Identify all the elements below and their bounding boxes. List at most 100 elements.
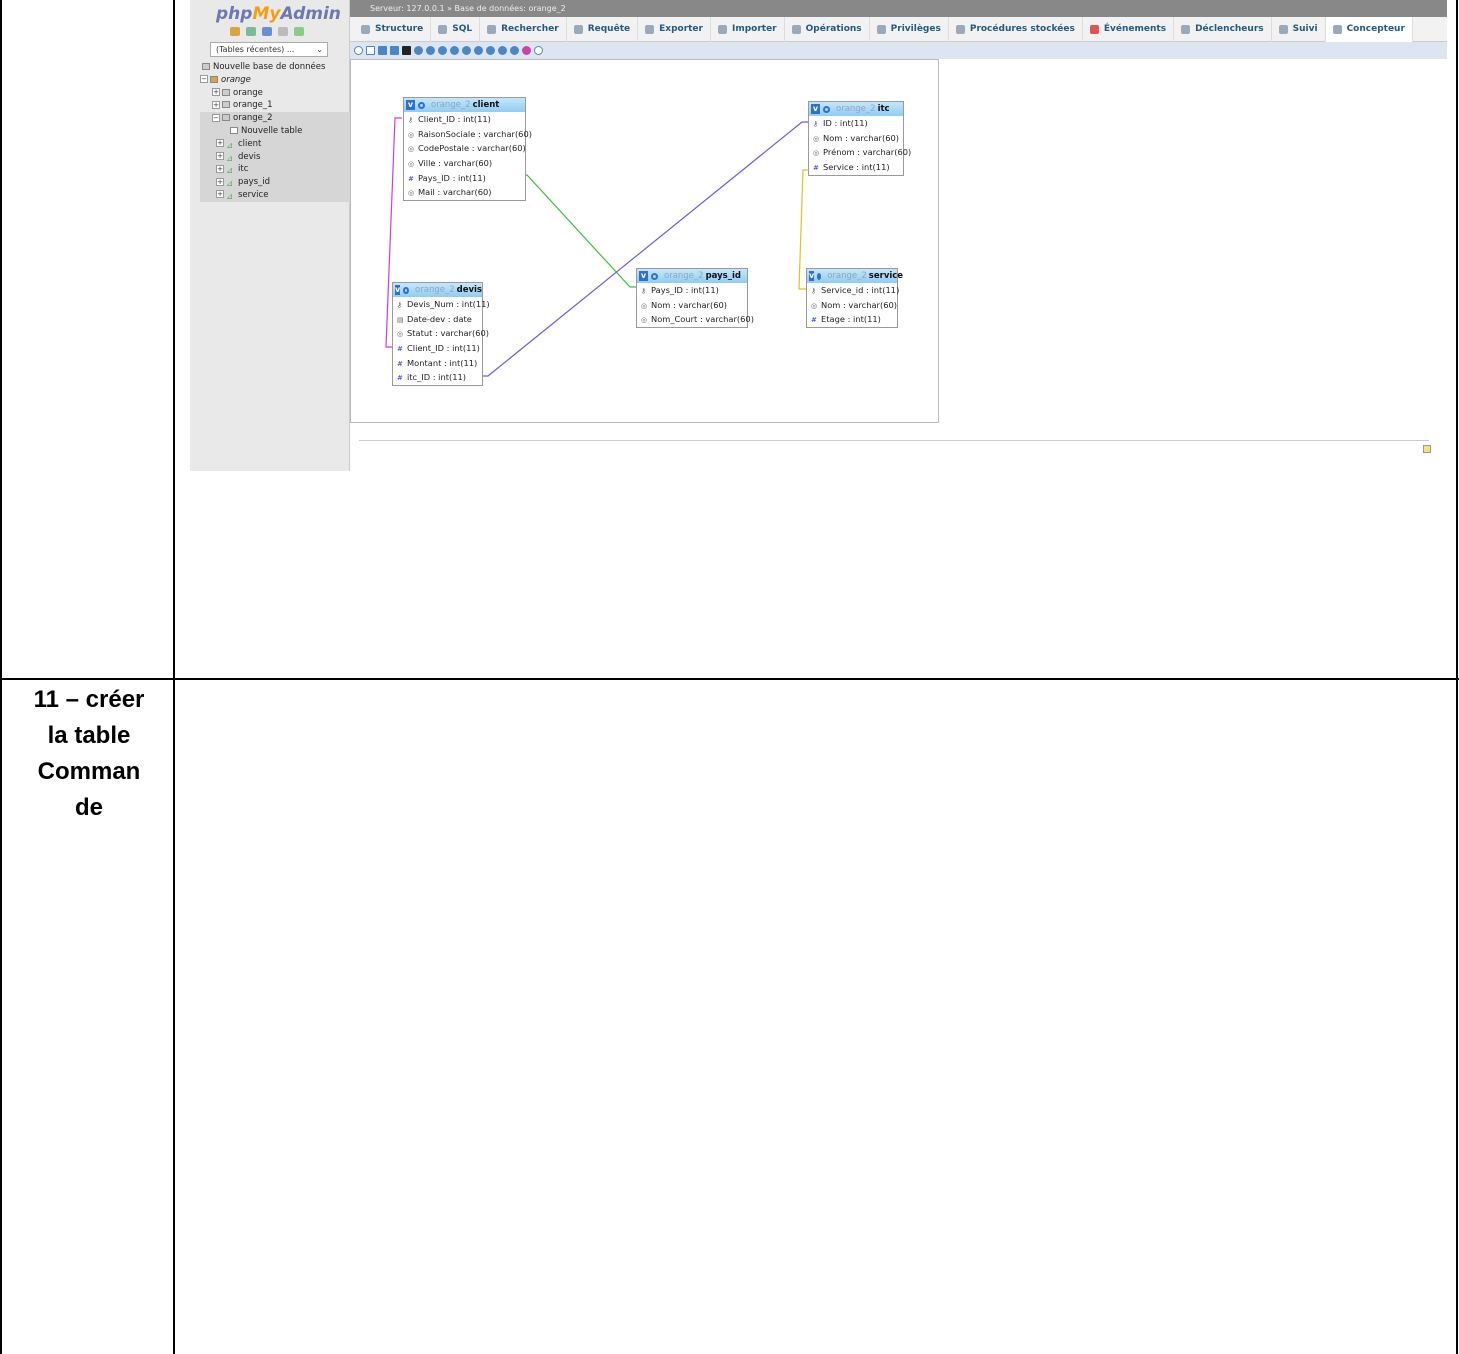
designer-table-devis[interactable]: v orange_2 devis ⚷ Devis_Num : int(11) ▤ Dat…: [392, 282, 490, 387]
collapse-icon[interactable]: −: [212, 113, 220, 122]
tab-search[interactable]: Rechercher: [480, 16, 567, 42]
save-icon[interactable]: [378, 46, 387, 55]
collapse-icon[interactable]: −: [200, 75, 208, 84]
column-row[interactable]: ◎ Prénom : varchar(60): [809, 145, 911, 160]
table-options-icon[interactable]: [823, 105, 830, 113]
tab-export[interactable]: Exporter: [638, 16, 711, 42]
tree-item-table[interactable]: + ⊿ service: [200, 188, 350, 202]
toggle-table-icon[interactable]: v: [406, 100, 415, 110]
designer-table-client[interactable]: v orange_2 client ⚷ Client_ID : int(11) ◎ Ra…: [403, 97, 532, 202]
home-icon[interactable]: [230, 27, 240, 36]
column-row[interactable]: # Client_ID : int(11): [393, 341, 482, 356]
column-row[interactable]: # Pays_ID : int(11): [404, 171, 525, 186]
tab-triggers[interactable]: Déclencheurs: [1174, 16, 1272, 42]
minimize-icon[interactable]: [1423, 445, 1431, 453]
column-row[interactable]: ⚷ Client_ID : int(11): [404, 112, 525, 127]
tab-events[interactable]: Événements: [1083, 16, 1175, 42]
column-row[interactable]: ◎ Nom : varchar(60): [809, 131, 903, 146]
expand-icon[interactable]: +: [212, 88, 220, 97]
designer-table-pays-id[interactable]: v orange_2 pays_id ⚷ Pays_ID : int(11) ◎ Nom…: [636, 268, 754, 329]
table-options-icon[interactable]: [418, 101, 425, 109]
toggle-table-icon[interactable]: v: [395, 285, 401, 295]
table-header[interactable]: v orange_2 service: [807, 269, 903, 283]
table-options-icon[interactable]: [817, 272, 822, 280]
column-row[interactable]: ◎ Nom_Court : varchar(60): [637, 312, 754, 327]
tab-query[interactable]: Requête: [567, 16, 639, 42]
tab-designer[interactable]: Concepteur: [1325, 16, 1413, 42]
reload-icon[interactable]: [426, 46, 435, 55]
export-schema-icon[interactable]: [402, 46, 411, 55]
angular-links-icon[interactable]: [450, 46, 459, 55]
designer-table-service[interactable]: v orange_2 service ⚷ Service_id : int(11) ◎…: [806, 268, 903, 329]
tree-item-new-db[interactable]: Nouvelle base de données: [200, 61, 350, 74]
tree-item-new-table[interactable]: Nouvelle table: [200, 124, 350, 138]
breadcrumb-text[interactable]: Serveur: 127.0.0.1 » Base de données: or…: [370, 4, 566, 13]
expand-icon[interactable]: +: [216, 190, 224, 199]
tab-privileges[interactable]: Privilèges: [870, 16, 949, 42]
settings-icon[interactable]: [294, 27, 304, 36]
tree-item-db[interactable]: + orange_1: [200, 99, 350, 112]
column-row[interactable]: # Service : int(11): [809, 160, 903, 175]
column-row[interactable]: ◎ Statut : varchar(60): [393, 326, 489, 341]
table-options-icon[interactable]: [403, 286, 410, 294]
tab-operations[interactable]: Opérations: [785, 16, 870, 42]
tab-routines[interactable]: Procédures stockées: [949, 16, 1083, 42]
fullscreen-icon[interactable]: [366, 46, 375, 55]
phpmyadmin-logo[interactable]: phpMyAdmin: [216, 4, 341, 24]
tree-item-table[interactable]: + ⊿ pays_id: [200, 176, 350, 189]
tree-item-table[interactable]: + ⊿ itc: [200, 163, 350, 176]
table-header[interactable]: v orange_2 devis: [393, 283, 482, 297]
tree-item-db-selected[interactable]: − orange_2: [200, 112, 350, 125]
table-header[interactable]: v orange_2 client: [404, 98, 525, 112]
toggle-table-icon[interactable]: v: [639, 271, 648, 281]
tab-tracking[interactable]: Suivi: [1272, 16, 1326, 42]
column-row[interactable]: ⚷ Service_id : int(11): [807, 283, 899, 298]
tab-import[interactable]: Importer: [711, 16, 785, 42]
column-row[interactable]: ▤ Date-dev : date: [393, 312, 482, 327]
open-icon[interactable]: [390, 46, 399, 55]
column-row[interactable]: ◎ Ville : varchar(60): [404, 156, 525, 171]
show-all-icon[interactable]: [354, 46, 363, 55]
table-options-icon[interactable]: [651, 272, 658, 280]
tree-item-table[interactable]: + ⊿ devis: [200, 150, 350, 164]
column-row[interactable]: ⚷ Pays_ID : int(11): [637, 283, 747, 298]
expand-icon[interactable]: +: [216, 139, 224, 148]
column-row[interactable]: ◎ Mail : varchar(60): [404, 185, 525, 200]
tab-sql[interactable]: SQL: [431, 16, 481, 42]
help-icon[interactable]: [262, 27, 272, 36]
column-row[interactable]: # Etage : int(11): [807, 312, 897, 327]
table-header[interactable]: v orange_2 itc: [809, 102, 903, 116]
move-menu-icon[interactable]: [534, 46, 543, 55]
column-row[interactable]: ⚷ ID : int(11): [809, 116, 903, 131]
column-row[interactable]: # itc_ID : int(11): [393, 370, 482, 385]
column-row[interactable]: ⚷ Devis_Num : int(11): [393, 297, 490, 312]
docs-icon[interactable]: [278, 27, 288, 36]
pdf-icon[interactable]: [510, 46, 519, 55]
small-big-icon[interactable]: [474, 46, 483, 55]
logout-icon[interactable]: [246, 27, 256, 36]
column-row[interactable]: ◎ Nom : varchar(60): [807, 298, 897, 313]
column-row[interactable]: ◎ CodePostale : varchar(60): [404, 141, 526, 156]
expand-icon[interactable]: +: [216, 164, 224, 173]
query-builder-icon[interactable]: [522, 46, 531, 55]
tab-structure[interactable]: Structure: [354, 16, 432, 42]
help-icon[interactable]: [438, 46, 447, 55]
relation-lines-icon[interactable]: [498, 46, 507, 55]
column-row[interactable]: ◎ RaisonSociale : varchar(60): [404, 127, 532, 142]
toggle-table-icon[interactable]: v: [811, 104, 820, 114]
tree-item-table[interactable]: + ⊿ client: [200, 137, 350, 151]
column-row[interactable]: # Montant : int(11): [393, 356, 482, 371]
table-header[interactable]: v orange_2 pays_id: [637, 269, 747, 283]
toggle-table-icon[interactable]: v: [809, 271, 815, 281]
tree-item-db-header[interactable]: − orange: [200, 74, 350, 87]
expand-icon[interactable]: +: [216, 152, 224, 161]
recent-tables-select[interactable]: (Tables récentes) ... ⌄: [210, 42, 328, 57]
tree-item-db[interactable]: + orange: [200, 87, 350, 100]
expand-icon[interactable]: +: [212, 100, 220, 109]
designer-table-itc[interactable]: v orange_2 itc ⚷ ID : int(11) ◎ Nom : varcha…: [808, 101, 911, 176]
create-relation-icon[interactable]: [414, 46, 423, 55]
column-row[interactable]: ◎ Nom : varchar(60): [637, 298, 747, 313]
toggle-icon[interactable]: [486, 46, 495, 55]
expand-icon[interactable]: +: [216, 177, 224, 186]
snap-grid-icon[interactable]: [462, 46, 471, 55]
